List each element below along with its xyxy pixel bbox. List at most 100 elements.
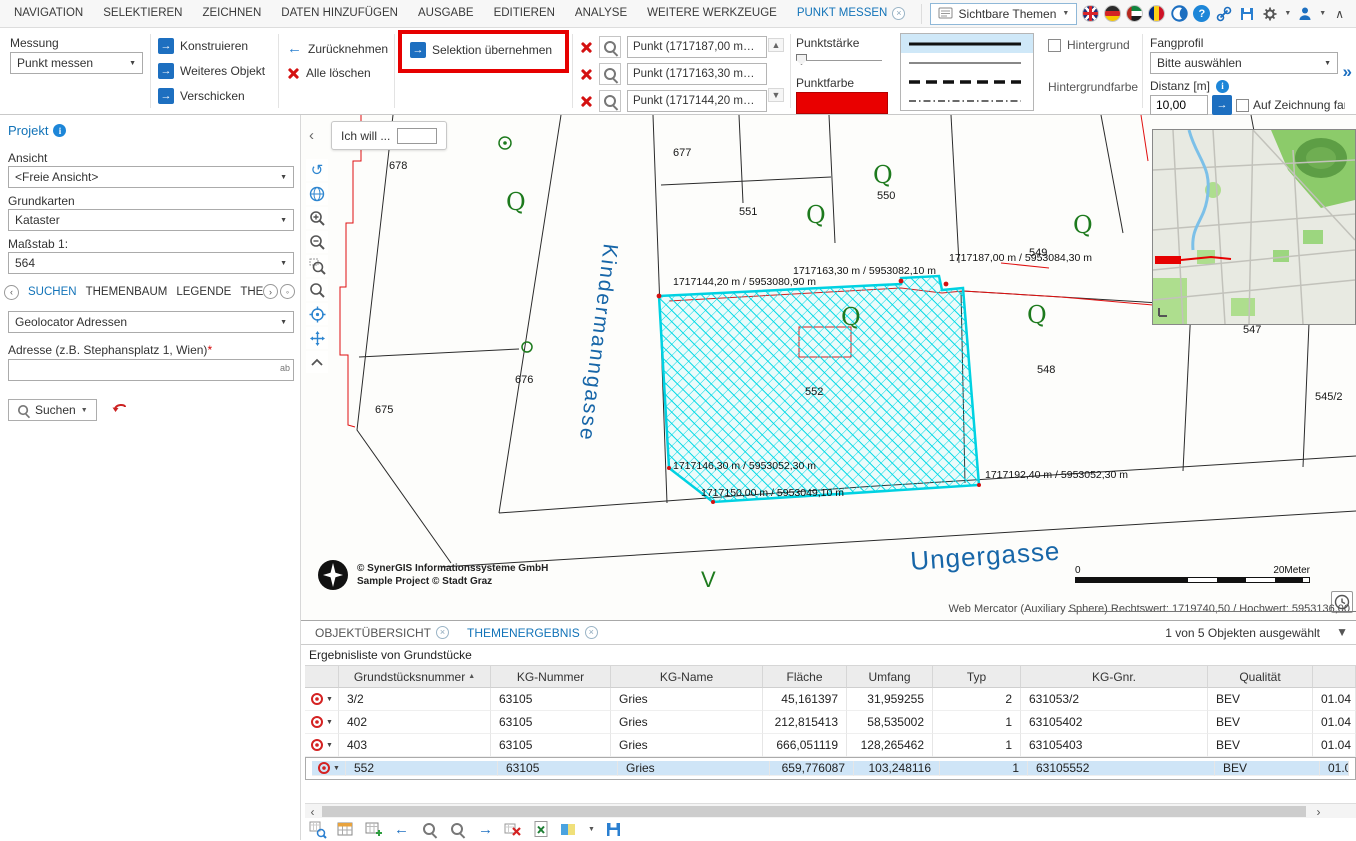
zoom-to-results-button[interactable] <box>308 820 327 839</box>
info-icon[interactable]: i <box>53 124 66 137</box>
export-excel-button[interactable] <box>532 820 551 839</box>
zuruecknehmen-button[interactable]: ←Zurücknehmen <box>287 40 388 57</box>
tab-navigation[interactable]: NAVIGATION <box>4 0 93 27</box>
table-row[interactable]: ▼ 40363105Gries 666,051119128,2654621 63… <box>305 734 1356 757</box>
user-icon[interactable] <box>1296 5 1314 23</box>
table-row[interactable]: ▼ 40263105Gries 212,81541358,5350021 631… <box>305 711 1356 734</box>
scroll-up-icon[interactable]: ▲ <box>768 38 784 52</box>
auf-zeichnung-checkbox[interactable] <box>1236 99 1249 112</box>
sidebar-tab-themenbaum[interactable]: THEMENBAUM <box>86 286 168 298</box>
previous-record-icon[interactable]: ← <box>392 820 411 839</box>
new-table-button[interactable] <box>364 820 383 839</box>
header-kg-gnr[interactable]: KG-Gnr. <box>1021 665 1208 688</box>
collapse-panel-icon[interactable]: ▼ <box>1336 625 1348 639</box>
distanz-input[interactable] <box>1150 95 1208 115</box>
settings-gear-icon[interactable] <box>1261 5 1279 23</box>
zoom-to-point-button[interactable] <box>599 63 621 85</box>
locate-record-icon[interactable] <box>310 692 324 706</box>
punktstaerke-slider[interactable] <box>796 54 882 66</box>
remove-point-icon[interactable] <box>580 68 593 81</box>
chevron-down-icon[interactable]: ▼ <box>326 696 333 703</box>
overview-map[interactable] <box>1152 129 1356 325</box>
scroll-right-icon[interactable]: › <box>1311 804 1326 819</box>
language-romanian-icon[interactable] <box>1148 5 1165 22</box>
hintergrund-toggle[interactable]: Hintergrund <box>1048 38 1130 52</box>
close-tab-icon[interactable]: × <box>892 7 905 20</box>
chevron-down-icon[interactable]: ▼ <box>326 742 333 749</box>
tab-editieren[interactable]: EDITIEREN <box>484 0 565 27</box>
point-entry[interactable]: Punkt (1717144,20 m… <box>627 90 767 112</box>
tabs-scroll-right-icon[interactable]: › <box>263 284 278 299</box>
header-qualitaet[interactable]: Qualität <box>1208 665 1313 688</box>
adresse-input[interactable] <box>8 359 294 381</box>
header-kg-name[interactable]: KG-Name <box>611 665 763 688</box>
remove-selection-button[interactable] <box>504 820 523 839</box>
chevron-down-icon[interactable]: ▼ <box>326 719 333 726</box>
horizontal-scrollbar[interactable]: ‹ › <box>305 803 1356 818</box>
zoom-out-button[interactable] <box>306 231 328 253</box>
remove-point-icon[interactable] <box>580 41 593 54</box>
line-style-option[interactable] <box>901 34 1033 53</box>
line-style-option[interactable] <box>901 72 1033 91</box>
scrollbar-thumb[interactable] <box>322 806 1306 817</box>
tab-objektuebersicht[interactable]: OBJEKTÜBERSICHT × <box>315 626 449 640</box>
header-umfang[interactable]: Umfang <box>847 665 933 688</box>
punktfarbe-swatch[interactable] <box>796 92 888 114</box>
konstruieren-button[interactable]: →Konstruieren <box>158 38 248 54</box>
header-kg-nummer[interactable]: KG-Nummer <box>491 665 611 688</box>
tab-selektieren[interactable]: SELEKTIEREN <box>93 0 192 27</box>
locate-record-icon[interactable] <box>310 738 324 752</box>
point-entry[interactable]: Punkt (1717187,00 m… <box>627 36 767 58</box>
map-viewport[interactable]: Q Q Q Q Q Q V 678 677 551 550 549 547 54… <box>301 115 1356 620</box>
zoom-last-button[interactable] <box>306 279 328 301</box>
language-english-icon[interactable] <box>1082 5 1099 22</box>
table-row-selected[interactable]: ▼ 55263105Gries 659,776087103,2481161 63… <box>305 757 1356 780</box>
verschicken-button[interactable]: →Verschicken <box>158 88 245 104</box>
language-german-icon[interactable] <box>1104 5 1121 22</box>
line-style-option[interactable] <box>901 53 1033 72</box>
tabs-more-icon[interactable]: ◦ <box>280 284 295 299</box>
tab-ausgabe[interactable]: AUSGABE <box>408 0 484 27</box>
scroll-down-icon[interactable]: ▼ <box>768 88 784 102</box>
zoom-to-point-button[interactable] <box>599 90 621 112</box>
link-icon[interactable] <box>1215 5 1233 23</box>
expand-ribbon-icon[interactable]: » <box>1343 62 1352 82</box>
chevron-down-icon[interactable]: ▼ <box>1319 10 1326 17</box>
locate-record-icon[interactable] <box>310 715 324 729</box>
grundkarten-select[interactable]: Kataster▼ <box>8 209 294 231</box>
slider-thumb[interactable] <box>796 54 807 65</box>
point-entry[interactable]: Punkt (1717163,30 m… <box>627 63 767 85</box>
tabs-scroll-left-icon[interactable]: ‹ <box>4 285 19 300</box>
collapse-ribbon-icon[interactable]: ∧ <box>1331 7 1348 21</box>
scroll-left-icon[interactable]: ‹ <box>305 804 320 819</box>
save-icon[interactable] <box>1238 5 1256 23</box>
sichtbare-themen-dropdown[interactable]: Sichtbare Themen ▼ <box>930 3 1078 25</box>
zoom-record-out-button[interactable] <box>420 820 439 839</box>
apply-distance-button[interactable]: → <box>1212 95 1232 115</box>
crescent-icon[interactable] <box>1170 5 1188 23</box>
ansicht-select[interactable]: <Freie Ansicht>▼ <box>8 166 294 188</box>
massstab-select[interactable]: 564▼ <box>8 252 294 274</box>
tab-punkt-messen[interactable]: PUNKT MESSEN × <box>787 0 916 27</box>
globe-button[interactable] <box>306 183 328 205</box>
zoom-window-button[interactable] <box>306 255 328 277</box>
fangprofil-select[interactable]: Bitte auswählen▼ <box>1150 52 1338 74</box>
zoom-record-in-button[interactable] <box>448 820 467 839</box>
close-icon[interactable]: × <box>585 626 598 639</box>
chevron-down-icon[interactable]: ▼ <box>1284 10 1291 17</box>
center-target-button[interactable] <box>306 303 328 325</box>
chevron-down-icon[interactable]: ▼ <box>333 765 340 772</box>
suchen-button[interactable]: Suchen ▼ <box>8 399 97 421</box>
alle-loeschen-button[interactable]: Alle löschen <box>287 66 371 80</box>
rotate-view-button[interactable]: ↺ <box>306 159 328 181</box>
toolbar-collapse-up-icon[interactable] <box>306 351 328 373</box>
close-icon[interactable]: × <box>436 626 449 639</box>
checkbox[interactable] <box>1048 39 1061 52</box>
symbology-gradient-button[interactable] <box>560 820 579 839</box>
header-flaeche[interactable]: Fläche <box>763 665 847 688</box>
locate-record-icon[interactable] <box>317 761 331 775</box>
chevron-down-icon[interactable]: ▼ <box>588 826 595 833</box>
zoom-in-button[interactable] <box>306 207 328 229</box>
next-record-icon[interactable]: → <box>476 820 495 839</box>
help-icon[interactable]: ? <box>1193 5 1210 22</box>
